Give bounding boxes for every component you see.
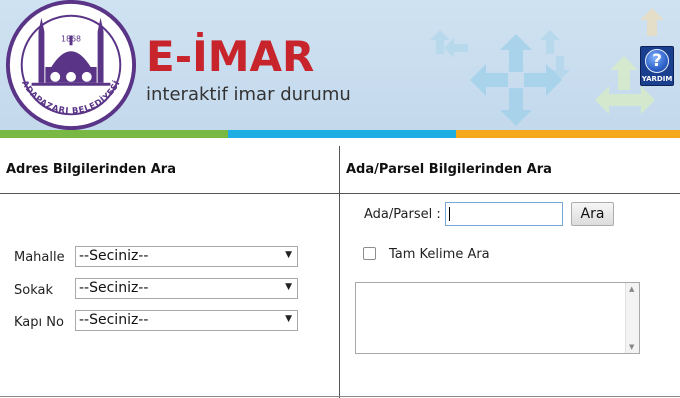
kapi-no-select-value: --Seciniz-- bbox=[79, 312, 149, 328]
sokak-select-value: --Seciniz-- bbox=[79, 280, 149, 296]
sokak-select[interactable]: --Seciniz-- ▼ bbox=[75, 278, 298, 299]
exact-match-checkbox[interactable] bbox=[363, 247, 376, 260]
stripe-green bbox=[0, 130, 228, 138]
panel-bottom-border bbox=[0, 396, 680, 397]
ada-parsel-input[interactable] bbox=[445, 202, 563, 226]
search-button[interactable]: Ara bbox=[571, 202, 614, 226]
stripe-orange bbox=[456, 130, 680, 138]
scroll-up-icon[interactable]: ▲ bbox=[629, 285, 634, 293]
sokak-label: Sokak bbox=[14, 283, 53, 298]
brand-subtitle: interaktif imar durumu bbox=[146, 84, 351, 105]
text-caret bbox=[449, 207, 450, 221]
mahalle-select-value: --Seciniz-- bbox=[79, 248, 149, 264]
mahalle-label: Mahalle bbox=[14, 250, 65, 265]
help-label: YARDIM bbox=[641, 75, 673, 83]
header-banner: 1868 ADAPAZARI BELEDİYESİ E-İMAR interak… bbox=[0, 0, 680, 130]
scroll-down-icon[interactable]: ▼ bbox=[629, 343, 634, 351]
brand-title: E-İMAR bbox=[146, 32, 315, 81]
panel-column-divider bbox=[339, 146, 340, 398]
dropdown-arrow-icon: ▼ bbox=[285, 314, 292, 324]
exact-match-label: Tam Kelime Ara bbox=[389, 247, 490, 262]
kapi-no-label: Kapı No bbox=[14, 315, 64, 330]
ada-parsel-label: Ada/Parsel : bbox=[364, 207, 441, 222]
question-mark-icon: ? bbox=[645, 49, 669, 73]
address-search-title: Adres Bilgilerinden Ara bbox=[6, 162, 176, 177]
dropdown-arrow-icon: ▼ bbox=[285, 250, 292, 260]
kapi-no-select[interactable]: --Seciniz-- ▼ bbox=[75, 310, 298, 331]
decorative-arrows bbox=[430, 8, 664, 126]
stripe-blue bbox=[228, 130, 456, 138]
parcel-search-title: Ada/Parsel Bilgilerinden Ara bbox=[346, 162, 552, 177]
help-button[interactable]: ? YARDIM bbox=[640, 46, 674, 86]
results-scrollbar[interactable]: ▲ ▼ bbox=[625, 283, 639, 353]
mahalle-select[interactable]: --Seciniz-- ▼ bbox=[75, 246, 298, 267]
mosque-emblem-icon: 1868 ADAPAZARI BELEDİYESİ bbox=[5, 0, 137, 130]
logo-year: 1868 bbox=[61, 34, 81, 43]
panel-header-divider bbox=[0, 193, 680, 194]
results-listbox[interactable]: ▲ ▼ bbox=[355, 282, 640, 354]
dropdown-arrow-icon: ▼ bbox=[285, 282, 292, 292]
